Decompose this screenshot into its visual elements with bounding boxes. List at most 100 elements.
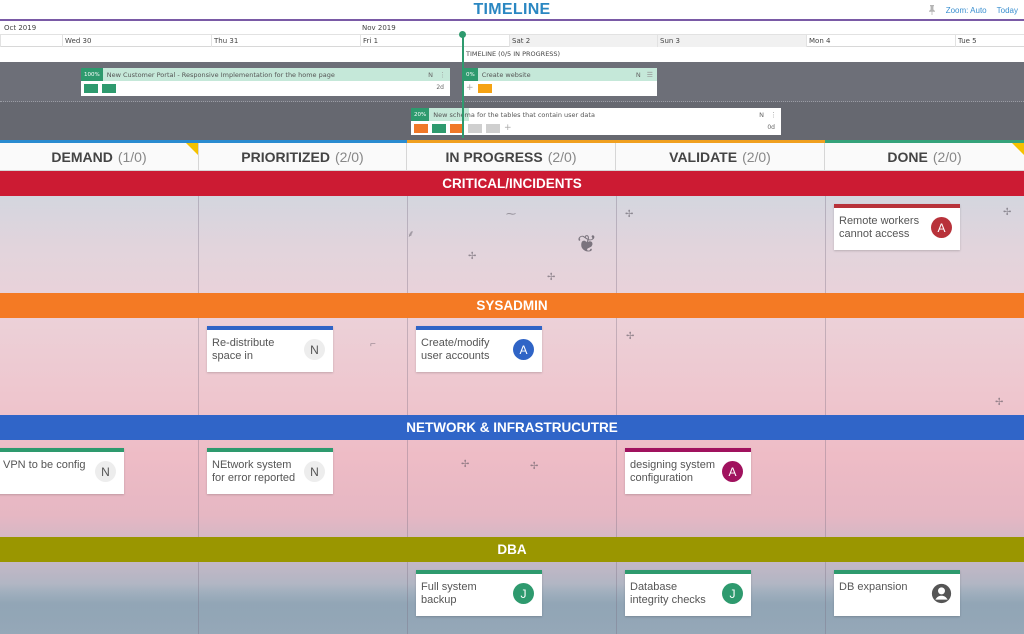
card-title: Create/modify user accounts	[421, 337, 490, 362]
avatar[interactable]: N	[304, 461, 325, 482]
lane-title: CRITICAL/INCIDENTS	[442, 176, 582, 191]
zoom-auto-button[interactable]: Zoom: Auto	[946, 6, 987, 15]
kanban-board: DEMAND (1/0) PRIORITIZED (2/0) IN PROGRESS…	[0, 140, 1024, 634]
kanban-card[interactable]: Create/modify user accounts A	[416, 326, 542, 372]
kanban-card[interactable]: designing system configuration A	[625, 448, 751, 494]
kanban-card[interactable]: VPN to be config N	[0, 448, 124, 494]
subtask-chip[interactable]	[414, 124, 428, 133]
day-cell: Sun 3	[657, 35, 806, 47]
column-header-validate[interactable]: VALIDATE (2/0)	[616, 143, 825, 171]
task-name: New schema for the tables that contain u…	[433, 110, 595, 119]
card-title: Full system backup	[421, 581, 477, 606]
month-label: Oct 2019	[4, 24, 37, 32]
avatar[interactable]: A	[722, 461, 743, 482]
lane-header-critical-incidents[interactable]: CRITICAL/INCIDENTS	[0, 171, 1024, 196]
timeline-status-row: TIMELINE (0/5 IN PROGRESS)	[0, 47, 1024, 62]
kanban-card[interactable]: Full system backup J	[416, 570, 542, 616]
task-duration: 2d	[436, 84, 444, 91]
task-name: New Customer Portal - Responsive Impleme…	[106, 70, 335, 79]
timeline-status: TIMELINE (0/5 IN PROGRESS)	[466, 50, 561, 58]
timeline-day-row: Wed 30 Thu 31 Fri 1 Sat 2 Sun 3 Mon 4 Tu…	[0, 35, 1024, 47]
card-color-bar	[207, 448, 333, 452]
column-header-in-progress[interactable]: IN PROGRESS (2/0)	[407, 143, 616, 171]
gantt-task[interactable]: 100% New Customer Portal - Responsive Im…	[81, 68, 450, 96]
task-percent: 0%	[463, 68, 478, 81]
card-title: VPN to be config	[3, 459, 86, 471]
task-assignee: N	[759, 110, 764, 119]
bird-silhouette: ✢	[626, 331, 635, 342]
day-cell: Wed 30	[62, 35, 211, 47]
subtask-chip[interactable]	[84, 84, 98, 93]
card-title: DB expansion	[839, 581, 908, 593]
kanban-card[interactable]: Re-distribute space in N	[207, 326, 333, 372]
avatar[interactable]: N	[95, 461, 116, 482]
task-assignee: N	[635, 70, 641, 79]
bird-silhouette: ✢	[530, 461, 539, 472]
day-cell: Sat 2	[509, 35, 657, 47]
bird-silhouette: ✢	[547, 272, 556, 283]
lane-title: NETWORK & INFRASTRUCUTRE	[406, 420, 618, 435]
subtask-chip[interactable]	[468, 124, 482, 133]
avatar[interactable]: J	[513, 583, 534, 604]
lane-header-sysadmin[interactable]: SYSADMIN	[0, 293, 1024, 318]
bird-silhouette: ✢	[1003, 207, 1012, 218]
hamburger-menu-icon[interactable]: ☰	[647, 71, 657, 79]
column-header-demand[interactable]: DEMAND (1/0)	[0, 143, 199, 171]
column-header-prioritized[interactable]: PRIORITIZED (2/0)	[199, 143, 407, 171]
avatar[interactable]: N	[304, 339, 325, 360]
kanban-card[interactable]: NEtwork system for error reported N	[207, 448, 333, 494]
card-color-bar	[416, 570, 542, 574]
column-count: (2/0)	[742, 149, 771, 165]
bird-silhouette: ⌐	[370, 339, 376, 350]
bird-silhouette: ⸙	[407, 229, 415, 240]
card-color-bar	[0, 448, 124, 452]
column-title: DONE	[887, 149, 928, 165]
task-assignee: N	[428, 70, 433, 79]
subtask-chip[interactable]	[477, 84, 492, 93]
timeline-month-row: Oct 2019 Nov 2019	[0, 23, 1024, 35]
kanban-card[interactable]: DB expansion	[834, 570, 960, 616]
bird-silhouette: ✢	[995, 397, 1004, 408]
column-corner-flag	[186, 143, 198, 155]
card-color-bar	[625, 448, 751, 452]
today-marker-dot	[459, 31, 466, 38]
bird-silhouette: ✢	[468, 251, 477, 262]
add-subtask-icon[interactable]: +	[466, 84, 474, 93]
month-label: Nov 2019	[362, 24, 396, 32]
day-cell-blank	[0, 35, 62, 47]
day-cell: Mon 4	[806, 35, 955, 47]
gantt-task[interactable]: 0% Create website N ☰ +	[463, 68, 657, 96]
task-duration: 0d	[767, 124, 775, 131]
task-percent: 20%	[411, 108, 430, 121]
avatar[interactable]: A	[931, 217, 952, 238]
pushpin-icon[interactable]	[928, 5, 936, 15]
kebab-menu-icon[interactable]: ⋮	[439, 71, 450, 79]
kanban-card[interactable]: Remote workers cannot access A	[834, 204, 960, 250]
lane-header-dba[interactable]: DBA	[0, 537, 1024, 562]
column-header-done[interactable]: DONE (2/0)	[825, 143, 1024, 171]
card-title: designing system configuration	[630, 459, 715, 484]
subtask-chip[interactable]	[486, 124, 500, 133]
bird-silhouette: ✢	[461, 459, 470, 470]
card-title: Database integrity checks	[630, 581, 706, 606]
avatar[interactable]: A	[513, 339, 534, 360]
timeline-title-bar: TIMELINE Zoom: Auto Today	[0, 0, 1024, 21]
kanban-card[interactable]: Database integrity checks J	[625, 570, 751, 616]
avatar[interactable]: J	[722, 583, 743, 604]
kebab-menu-icon[interactable]: ⋮	[770, 111, 781, 119]
task-name: Create website	[481, 70, 531, 79]
column-count: (1/0)	[117, 149, 147, 165]
card-color-bar	[416, 326, 542, 330]
column-headers: DEMAND (1/0) PRIORITIZED (2/0) IN PROGRESS…	[0, 143, 1024, 171]
subtask-chip[interactable]	[432, 124, 446, 133]
card-color-bar	[834, 570, 960, 574]
today-button[interactable]: Today	[997, 6, 1018, 15]
column-title: IN PROGRESS	[445, 149, 543, 165]
add-subtask-icon[interactable]: +	[504, 124, 512, 133]
gantt-task[interactable]: 20% New schema for the tables that conta…	[411, 108, 781, 135]
column-count: (2/0)	[547, 149, 577, 165]
subtask-chip[interactable]	[102, 84, 116, 93]
user-icon[interactable]	[931, 583, 952, 604]
card-title: Remote workers cannot access	[839, 215, 920, 240]
lane-header-network-infrastructure[interactable]: NETWORK & INFRASTRUCUTRE	[0, 415, 1024, 440]
